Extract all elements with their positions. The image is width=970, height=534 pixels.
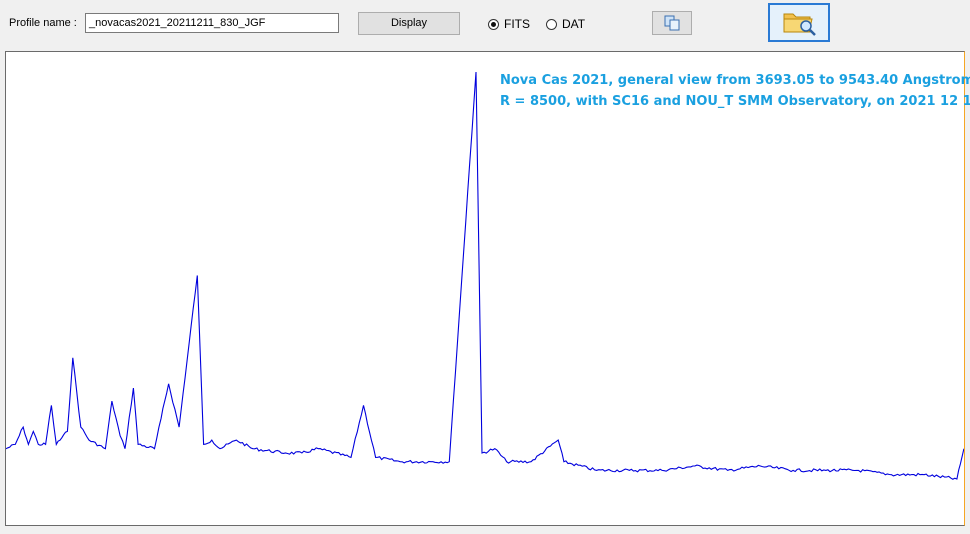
plot-title: Nova Cas 2021, general view from 3693.05… [500,70,970,112]
fits-radio-label: FITS [504,17,530,31]
display-button[interactable]: Display [358,12,460,35]
fits-radio-dot[interactable] [488,18,499,30]
profile-name-label: Profile name : [9,17,77,29]
fits-radio[interactable]: FITS [488,16,530,32]
dat-radio-label: DAT [562,17,586,31]
copy-button[interactable] [652,11,692,35]
profile-name-input[interactable]: _novacas2021_20211211_830_JGF [85,13,339,33]
dat-radio-dot[interactable] [546,18,557,30]
spectrum-chart [6,71,964,480]
plot-title-line-2: R = 8500, with SC16 and NOU_T SMM Observ… [500,94,970,109]
dat-radio[interactable]: DAT [546,16,585,32]
open-profile-button[interactable] [768,3,830,42]
toolbar: Profile name : _novacas2021_20211211_830… [0,0,970,48]
spectrum-plot[interactable]: Nova Cas 2021, general view from 3693.05… [5,51,970,526]
spectrum-line [6,71,964,480]
copy-icon [664,15,680,31]
plot-title-line-1: Nova Cas 2021, general view from 3693.05… [500,73,970,88]
folder-search-icon [783,13,816,36]
